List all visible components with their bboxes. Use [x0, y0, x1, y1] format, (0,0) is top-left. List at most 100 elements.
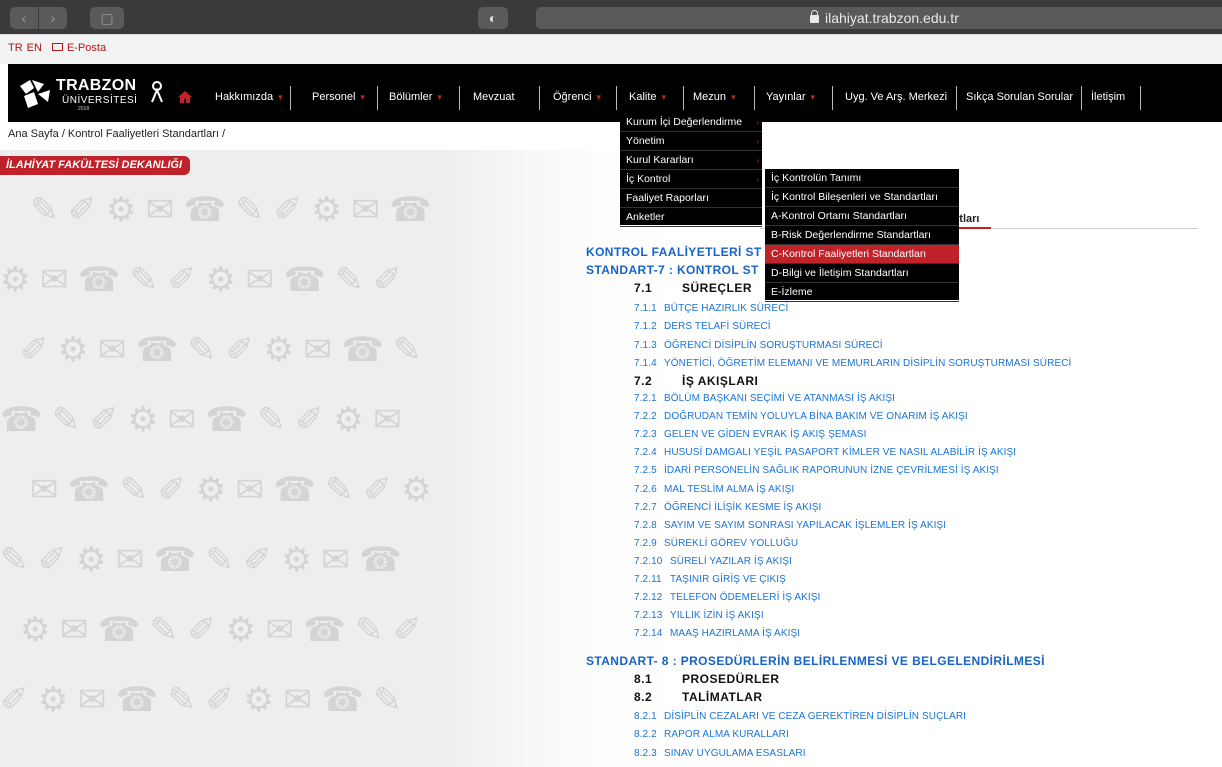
nav-item-label: Bölümler: [389, 91, 433, 103]
item-label: SAYIM VE SAYIM SONRASI YAPILACAK İŞLEMLE…: [664, 519, 947, 531]
nav-item-label: Personel: [312, 91, 356, 103]
workflow-link[interactable]: 7.2.2 DOĞRUDAN TEMİN YOLUYLA BİNA BAKIM V…: [634, 411, 968, 422]
nav-item-label: Mevzuat: [473, 91, 515, 103]
item-number: 7.2.7: [634, 501, 657, 513]
standard-8-title: STANDART- 8 : PROSEDÜRLERİN BELİRLENMESİ…: [586, 654, 1045, 668]
pattern-icon: ✉ ☎ ✎ ✐ ⚙ ✉ ☎ ✎ ✐ ⚙: [30, 471, 432, 509]
lang-en-link[interactable]: EN: [27, 42, 42, 54]
process-link[interactable]: 7.1.1 BÜTÇE HAZIRLIK SÜRECİ: [634, 303, 788, 314]
home-icon[interactable]: [178, 91, 192, 103]
workflow-link[interactable]: 7.2.9 SÜREKLİ GÖREV YOLLUĞU: [634, 538, 798, 549]
nav-item-4[interactable]: Mevzuat: [473, 89, 515, 105]
chevron-right-icon: ›: [756, 137, 759, 146]
item-number: 7.2.3: [634, 429, 657, 441]
ic-kontrol-menu-item[interactable]: İç Kontrolün Tanımı: [765, 169, 959, 188]
kalite-menu-item[interactable]: Anketler: [620, 208, 762, 227]
nav-item-2[interactable]: Personel ▾: [312, 89, 365, 105]
item-number: 7.2.13: [634, 610, 663, 622]
item-number: 7.2.10: [634, 555, 663, 567]
university-logo[interactable]: TRABZON ÜNİVERSİTESİ 2018: [18, 76, 168, 112]
email-link[interactable]: E-Posta: [67, 42, 106, 54]
process-link[interactable]: 7.1.2 DERS TELAFİ SÜRECİ: [634, 321, 771, 332]
workflow-link[interactable]: 7.2.5 İDARİ PERSONELİN SAĞLIK RAPORUNUN İ…: [634, 465, 999, 476]
ic-kontrol-menu-item[interactable]: C-Kontrol Faaliyetleri Standartları: [765, 245, 959, 264]
nav-item-9[interactable]: Uyg. Ve Arş. Merkezi: [845, 89, 947, 105]
address-bar[interactable]: ilahiyat.trabzon.edu.tr: [536, 7, 1222, 29]
menu-item-label: Yönetim: [626, 135, 665, 147]
workflow-link[interactable]: 7.2.7 ÖĞRENCİ İLİŞİK KESME İŞ AKIŞI: [634, 502, 821, 513]
workflow-link[interactable]: 7.2.8 SAYIM VE SAYIM SONRASI YAPILACAK İŞ…: [634, 520, 946, 531]
nav-separator: [683, 86, 684, 110]
item-number: 7.1.2: [634, 321, 657, 333]
item-label: SÜREKLİ GÖREV YOLLUĞU: [664, 537, 799, 549]
kalite-menu-item[interactable]: Kurul Kararları ›: [620, 151, 762, 170]
item-label: YÖNETİCİ, ÖĞRETİM ELEMANI VE MEMURLARIN …: [664, 357, 1072, 369]
ic-kontrol-menu-item[interactable]: A-Kontrol Ortamı Standartları: [765, 207, 959, 226]
ic-kontrol-menu-item[interactable]: E-İzleme: [765, 283, 959, 302]
nav-item-6[interactable]: Kalite ▾: [629, 89, 666, 105]
nav-item-1[interactable]: Hakkımızda ▾: [215, 89, 283, 105]
item-number: 8.2.3: [634, 747, 657, 759]
workflow-link[interactable]: 7.2.14 MAAŞ HAZIRLAMA İŞ AKIŞI: [634, 628, 800, 639]
item-number: 7.2.6: [634, 483, 657, 495]
kalite-menu-item[interactable]: Kurum İçi Değerlendirme ›: [620, 113, 762, 132]
item-label: ÖĞRENCİ DİSİPLİN SORUŞTURMASI SÜRECİ: [664, 339, 883, 351]
workflow-link[interactable]: 7.2.3 GELEN VE GİDEN EVRAK İŞ AKIŞ ŞEMASI: [634, 429, 866, 440]
back-icon[interactable]: ‹: [10, 7, 38, 29]
process-link[interactable]: 7.1.4 YÖNETİCİ, ÖĞRETİM ELEMANI VE MEMURL…: [634, 358, 1071, 369]
shield-icon[interactable]: ◐: [478, 7, 508, 29]
nav-separator: [459, 86, 460, 110]
nav-item-label: Öğrenci: [553, 91, 592, 103]
nav-item-10[interactable]: Sıkça Sorulan Sorular: [966, 89, 1073, 105]
item-label: DOĞRUDAN TEMİN YOLUYLA BİNA BAKIM VE ONA…: [664, 411, 968, 423]
nav-item-8[interactable]: Yayınlar ▾: [766, 89, 815, 105]
item-label: MAAŞ HAZIRLAMA İŞ AKIŞI: [670, 628, 801, 640]
lang-tr-link[interactable]: TR: [8, 42, 23, 54]
kalite-dropdown-menu: Kurum İçi Değerlendirme › Yönetim › Kurul Ka…: [620, 113, 762, 227]
instruction-link[interactable]: 8.2.3 SINAV UYGULAMA ESASLARI: [634, 748, 806, 759]
ic-kontrol-menu-item[interactable]: İç Kontrol Bileşenleri ve Standartları: [765, 188, 959, 207]
workflow-link[interactable]: 7.2.4 HUSUSİ DAMGALI YEŞİL PASAPORT KİMLE…: [634, 447, 1016, 458]
workflow-link[interactable]: 7.2.12 TELEFON ÖDEMELERİ İŞ AKIŞI: [634, 592, 820, 603]
kalite-menu-item[interactable]: Yönetim ›: [620, 132, 762, 151]
nav-item-label: Yayınlar: [766, 91, 806, 103]
menu-item-label: C-Kontrol Faaliyetleri Standartları: [771, 248, 927, 260]
faculty-badge[interactable]: İLAHİYAT FAKÜLTESİ DEKANLIĞI: [0, 156, 190, 175]
menu-item-label: İç Kontrol: [626, 173, 671, 185]
ic-kontrol-menu-item[interactable]: D-Bilgi ve İletişim Standartları: [765, 264, 959, 283]
workflow-link[interactable]: 7.2.13 YILLIK İZİN İŞ AKIŞI: [634, 610, 764, 621]
workflow-link[interactable]: 7.2.10 SÜRELİ YAZILAR İŞ AKIŞI: [634, 556, 792, 567]
pattern-icon: ⚙ ✉ ☎ ✎ ✐ ⚙ ✉ ☎ ✎ ✐: [0, 261, 402, 299]
pattern-icon: ☎ ✎ ✐ ⚙ ✉ ☎ ✎ ✐ ⚙ ✉: [0, 401, 402, 439]
instruction-link[interactable]: 8.2.2 RAPOR ALMA KURALLARI: [634, 729, 789, 740]
item-number: 7.2.5: [634, 465, 657, 477]
nav-item-label: Kalite: [629, 91, 657, 103]
nav-separator: [616, 86, 617, 110]
item-label: HUSUSİ DAMGALI YEŞİL PASAPORT KİMLER VE …: [664, 447, 1017, 459]
item-number: 8.2.2: [634, 729, 657, 741]
forward-icon[interactable]: ›: [39, 7, 67, 29]
nav-item-label: Sıkça Sorulan Sorular: [966, 91, 1073, 103]
logo-text-universitesi: ÜNİVERSİTESİ: [62, 95, 138, 106]
url-text: ilahiyat.trabzon.edu.tr: [825, 10, 959, 26]
nav-item-5[interactable]: Öğrenci ▾: [553, 89, 601, 105]
nav-item-7[interactable]: Mezun ▾: [693, 89, 736, 105]
caret-down-icon: ▾: [810, 92, 816, 102]
instruction-link[interactable]: 8.2.1 DİSİPLİN CEZALARI VE CEZA GEREKTİRE…: [634, 711, 966, 722]
kalite-menu-item[interactable]: İç Kontrol ›: [620, 170, 762, 189]
item-number: 7.1.1: [634, 303, 657, 314]
section-7-1-heading: 7.1 SÜREÇLER: [634, 281, 752, 295]
process-link[interactable]: 7.1.3 ÖĞRENCİ DİSİPLİN SORUŞTURMASI SÜREC…: [634, 340, 883, 351]
workflow-link[interactable]: 7.2.6 MAL TESLİM ALMA İŞ AKIŞI: [634, 484, 794, 495]
menu-item-label: E-İzleme: [771, 286, 813, 298]
ic-kontrol-menu-item[interactable]: B-Risk Değerlendirme Standartları: [765, 226, 959, 245]
sidebar-toggle-icon[interactable]: ▢: [90, 7, 124, 29]
nav-item-3[interactable]: Bölümler ▾: [389, 89, 442, 105]
workflow-link[interactable]: 7.2.1 BÖLÜM BAŞKANI SEÇİMİ VE ATANMASI İŞ…: [634, 393, 895, 404]
nav-item-11[interactable]: İletişim: [1091, 89, 1125, 105]
caret-down-icon: ▾: [731, 92, 736, 102]
kalite-menu-item[interactable]: Faaliyet Raporları: [620, 189, 762, 208]
item-label: BÜTÇE HAZIRLIK SÜRECİ: [664, 303, 789, 314]
lock-icon: [810, 10, 819, 23]
workflow-link[interactable]: 7.2.11 TAŞINIR GİRİŞ VE ÇIKIŞ: [634, 574, 786, 585]
